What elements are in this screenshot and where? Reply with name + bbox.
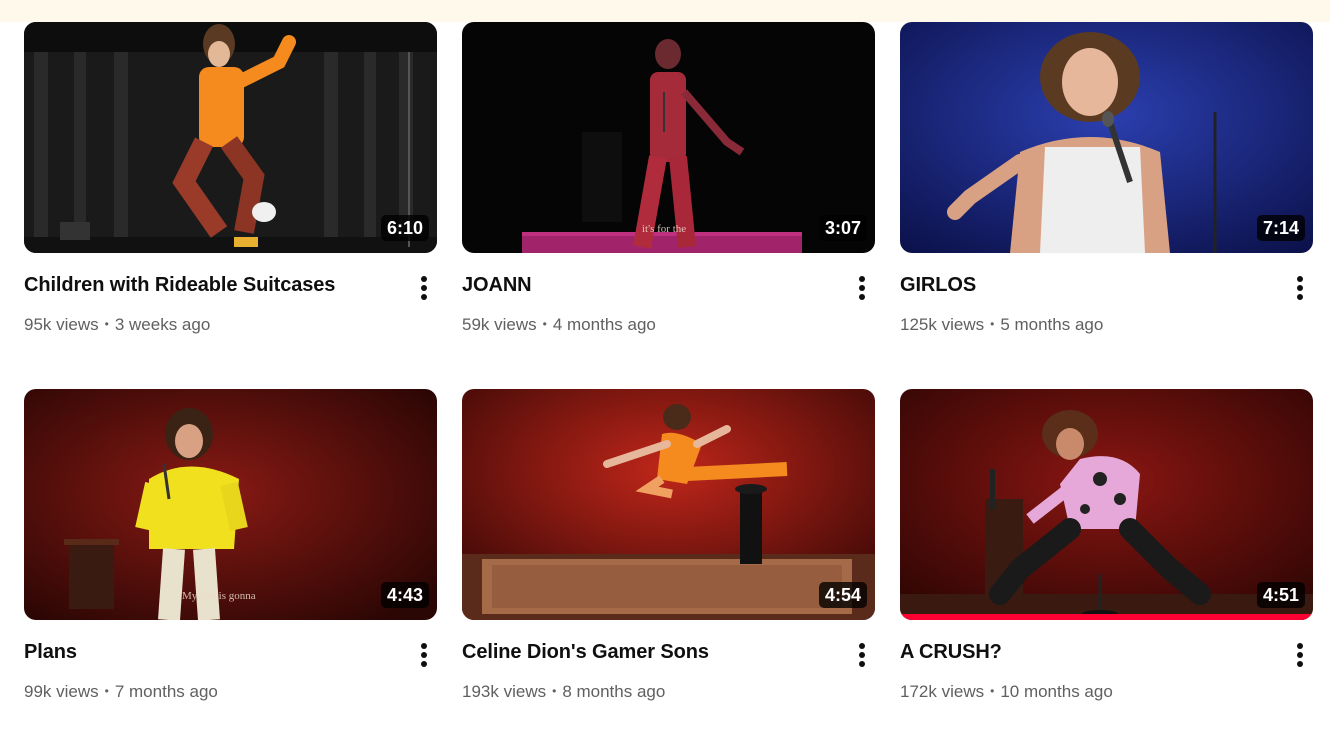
video-stats: 193k views • 8 months ago	[462, 682, 665, 702]
more-options-icon[interactable]	[415, 643, 433, 673]
video-title[interactable]: Celine Dion's Gamer Sons	[462, 641, 709, 664]
video-title[interactable]: A CRUSH?	[900, 641, 1002, 664]
view-count: 125k views	[900, 315, 985, 334]
video-title[interactable]: Children with Rideable Suitcases	[24, 274, 335, 297]
video-stats: 95k views • 3 weeks ago	[24, 315, 210, 335]
upload-age: 3 weeks ago	[114, 315, 211, 334]
video-stats: 125k views • 5 months ago	[900, 315, 1103, 335]
video-thumbnail[interactable]: 4:54	[462, 389, 875, 620]
video-stats: 99k views • 7 months ago	[24, 682, 218, 702]
top-banner-strip	[0, 0, 1330, 22]
more-options-icon[interactable]	[415, 276, 433, 306]
separator: •	[104, 684, 109, 698]
video-card[interactable]: My dad is gonna 4:43 Plans 99k views • 7 m…	[24, 389, 437, 756]
video-title[interactable]: Plans	[24, 641, 77, 664]
more-options-icon[interactable]	[853, 643, 871, 673]
video-stats: 59k views • 4 months ago	[462, 315, 656, 335]
video-thumbnail[interactable]: 4:51	[900, 389, 1313, 620]
video-thumbnail[interactable]: 6:10	[24, 22, 437, 253]
upload-age: 10 months ago	[1000, 682, 1113, 701]
separator: •	[542, 317, 547, 331]
more-options-icon[interactable]	[1291, 276, 1309, 306]
view-count: 95k views	[24, 315, 99, 334]
video-thumbnail[interactable]: it's for the 3:07	[462, 22, 875, 253]
view-count: 172k views	[900, 682, 985, 701]
video-title[interactable]: JOANN	[462, 274, 532, 297]
subtitle-caption: it's for the	[642, 223, 687, 235]
video-duration: 4:43	[380, 582, 429, 608]
separator: •	[552, 684, 557, 698]
video-grid: 6:10 Children with Rideable Suitcases 95…	[24, 22, 1313, 756]
video-card[interactable]: it's for the 3:07 JOANN 59k views • 4 mont…	[462, 22, 875, 389]
view-count: 59k views	[462, 315, 537, 334]
video-thumbnail[interactable]: My dad is gonna 4:43	[24, 389, 437, 620]
upload-age: 5 months ago	[1000, 315, 1104, 334]
video-duration: 3:07	[818, 215, 867, 241]
separator: •	[104, 317, 109, 331]
upload-age: 4 months ago	[552, 315, 656, 334]
video-title[interactable]: GIRLOS	[900, 274, 976, 297]
video-duration: 4:51	[1256, 582, 1305, 608]
video-duration: 6:10	[380, 215, 429, 241]
more-options-icon[interactable]	[1291, 643, 1309, 673]
view-count: 99k views	[24, 682, 99, 701]
video-card[interactable]: 6:10 Children with Rideable Suitcases 95…	[24, 22, 437, 389]
video-thumbnail[interactable]: 7:14	[900, 22, 1313, 253]
subtitle-caption: My dad is gonna	[182, 590, 256, 602]
video-duration: 4:54	[818, 582, 867, 608]
more-options-icon[interactable]	[853, 276, 871, 306]
separator: •	[990, 317, 995, 331]
view-count: 193k views	[462, 682, 547, 701]
upload-age: 8 months ago	[562, 682, 666, 701]
video-card[interactable]: 4:54 Celine Dion's Gamer Sons 193k views…	[462, 389, 875, 756]
video-duration: 7:14	[1256, 215, 1305, 241]
upload-age: 7 months ago	[114, 682, 218, 701]
video-card[interactable]: 7:14 GIRLOS 125k views • 5 months ago	[900, 22, 1313, 389]
video-stats: 172k views • 10 months ago	[900, 682, 1113, 702]
video-card[interactable]: 4:51 A CRUSH? 172k views • 10 months ago	[900, 389, 1313, 756]
separator: •	[990, 684, 995, 698]
